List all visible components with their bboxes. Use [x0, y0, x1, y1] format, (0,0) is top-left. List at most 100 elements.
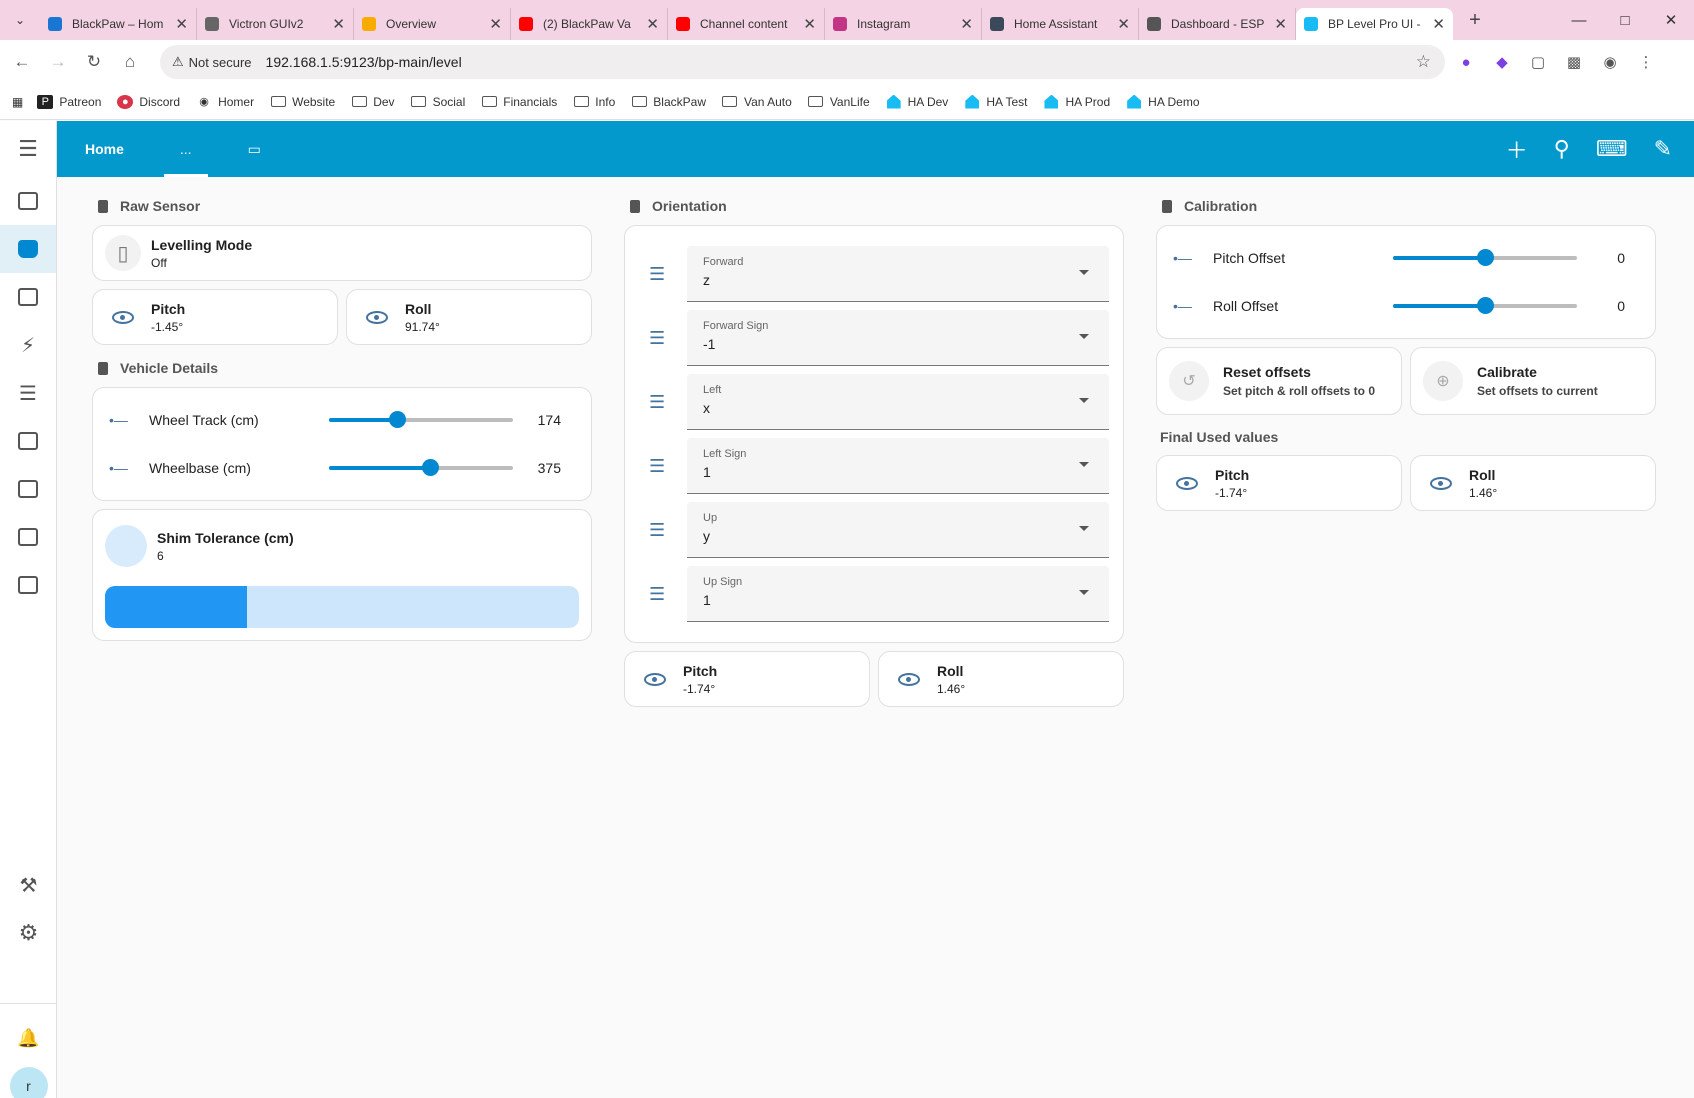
close-tab-icon[interactable]: ✕	[332, 15, 345, 33]
reset-offsets-button[interactable]: ↺ Reset offsets Set pitch & roll offsets …	[1156, 347, 1402, 415]
roll-tile[interactable]: Roll 1.46°	[1410, 455, 1656, 511]
add-icon[interactable]: ＋	[1506, 133, 1528, 165]
dropdown-arrow-icon[interactable]	[1079, 590, 1089, 595]
view-tab-ruler[interactable]: ▭	[220, 121, 289, 177]
dropdown-arrow-icon[interactable]	[1079, 462, 1089, 467]
browser-tab[interactable]: (2) BlackPaw Va ✕	[511, 8, 668, 40]
home-icon[interactable]: ⌂	[112, 52, 148, 72]
bookmark-ha-test[interactable]: HA Test	[964, 94, 1027, 109]
sidebar-item-todo[interactable]	[0, 561, 56, 609]
bookmark-ha-dev[interactable]: HA Dev	[886, 94, 948, 109]
apps-grid-icon[interactable]: ▦	[12, 95, 23, 109]
assist-icon[interactable]: ⌨	[1596, 136, 1628, 162]
bookmark-info[interactable]: Info	[573, 95, 615, 109]
roll-tile[interactable]: Roll 1.46°	[878, 651, 1124, 707]
browser-tab[interactable]: Channel content ✕	[668, 8, 825, 40]
sidebar-item-settings[interactable]: ⚙	[0, 909, 57, 957]
bookmark-dev[interactable]: Dev	[351, 95, 395, 109]
orientation-select[interactable]: Left x	[687, 374, 1109, 430]
url-text[interactable]: 192.168.1.5:9123/bp-main/level	[266, 54, 462, 70]
maximize-icon[interactable]: □	[1602, 12, 1648, 29]
calibrate-button[interactable]: ⊕ Calibrate Set offsets to current	[1410, 347, 1656, 415]
bookmark-social[interactable]: Social	[411, 95, 465, 109]
avatar[interactable]: r	[9, 1067, 48, 1098]
sidebar-item-energy[interactable]: ⚡	[0, 321, 56, 369]
slider-knob[interactable]	[1477, 249, 1494, 266]
close-tab-icon[interactable]: ✕	[489, 15, 502, 33]
bookmark-blackpaw[interactable]: BlackPaw	[631, 95, 706, 109]
close-tab-icon[interactable]: ✕	[803, 15, 816, 33]
dropdown-arrow-icon[interactable]	[1079, 398, 1089, 403]
browser-tab[interactable]: Victron GUIv2 ✕	[197, 8, 354, 40]
slider-knob[interactable]	[389, 411, 407, 428]
forward-icon[interactable]: →	[40, 52, 76, 72]
security-indicator[interactable]: ⚠ Not secure	[172, 54, 252, 70]
browser-tab[interactable]: Home Assistant ✕	[982, 8, 1139, 40]
bookmark-homer[interactable]: ◉ Homer	[196, 95, 254, 109]
close-tab-icon[interactable]: ✕	[1117, 15, 1130, 33]
reload-icon[interactable]: ↻	[76, 52, 112, 72]
bookmark-van-auto[interactable]: Van Auto	[722, 95, 792, 109]
omnibox[interactable]: ⚠ Not secure 192.168.1.5:9123/bp-main/lev…	[160, 45, 1445, 79]
dropdown-arrow-icon[interactable]	[1079, 270, 1089, 275]
orientation-select[interactable]: Left Sign 1	[687, 438, 1109, 494]
bookmark-star-icon[interactable]: ☆	[1416, 52, 1431, 72]
extensions-puzzle-icon[interactable]: ▩	[1563, 53, 1585, 71]
profile-avatar-icon[interactable]: ◉	[1599, 53, 1621, 71]
sidebar-item-developer-tools[interactable]: ⚒	[0, 861, 57, 909]
shim-tolerance-bar[interactable]	[105, 586, 579, 628]
slider-knob[interactable]	[1477, 297, 1494, 314]
tab-search-icon[interactable]: ⌄	[0, 0, 40, 40]
bookmark-patreon[interactable]: P Patreon	[37, 94, 101, 109]
dropdown-arrow-icon[interactable]	[1079, 526, 1089, 531]
roll-tile[interactable]: Roll 91.74°	[346, 289, 592, 345]
sidebar-item-people[interactable]	[0, 273, 56, 321]
sidebar-item-notifications[interactable]: 🔔	[0, 1014, 57, 1062]
screenshot-icon[interactable]: ▢	[1527, 53, 1549, 71]
orientation-select[interactable]: Up y	[687, 502, 1109, 558]
close-tab-icon[interactable]: ✕	[646, 15, 659, 33]
extension-icon[interactable]: ●	[1455, 54, 1477, 71]
sidebar-item-media[interactable]	[0, 513, 56, 561]
shim-tolerance-card[interactable]: Shim Tolerance (cm) 6	[92, 509, 592, 641]
close-tab-icon[interactable]: ✕	[1274, 15, 1287, 33]
browser-tab[interactable]: Overview ✕	[354, 8, 511, 40]
pitch-tile[interactable]: Pitch -1.45°	[92, 289, 338, 345]
pitch-offset-slider[interactable]	[1393, 249, 1577, 266]
bookmark-vanlife[interactable]: VanLife	[808, 95, 870, 109]
sidebar-item-overview[interactable]	[0, 177, 56, 225]
browser-tab[interactable]: BP Level Pro UI - ✕	[1296, 8, 1453, 40]
bookmark-ha-prod[interactable]: HA Prod	[1043, 94, 1110, 109]
bookmark-financials[interactable]: Financials	[481, 95, 557, 109]
levelling-mode-tile[interactable]: ▯ Levelling Mode Off	[92, 225, 592, 281]
search-icon[interactable]: ⚲	[1554, 136, 1570, 162]
bookmark-ha-demo[interactable]: HA Demo	[1126, 94, 1200, 109]
wheel-track-slider[interactable]	[329, 411, 513, 428]
minimize-icon[interactable]: —	[1556, 12, 1602, 29]
edit-pencil-icon[interactable]: ✎	[1654, 136, 1672, 162]
browser-tab[interactable]: Instagram ✕	[825, 8, 982, 40]
browser-menu-icon[interactable]: ⋮	[1635, 53, 1657, 71]
pitch-tile[interactable]: Pitch -1.74°	[624, 651, 870, 707]
sidebar-item-logbook[interactable]: ☰	[0, 369, 56, 417]
sidebar-item-level[interactable]	[0, 225, 56, 273]
close-tab-icon[interactable]: ✕	[960, 15, 973, 33]
close-tab-icon[interactable]: ✕	[175, 15, 188, 33]
wheelbase-slider[interactable]	[329, 459, 513, 476]
orientation-select[interactable]: Forward Sign -1	[687, 310, 1109, 366]
extension-icon[interactable]: ◆	[1491, 53, 1513, 71]
pitch-tile[interactable]: Pitch -1.74°	[1156, 455, 1402, 511]
orientation-select[interactable]: Forward z	[687, 246, 1109, 302]
browser-tab[interactable]: BlackPaw – Hom ✕	[40, 8, 197, 40]
back-icon[interactable]: ←	[4, 52, 40, 72]
roll-offset-slider[interactable]	[1393, 297, 1577, 314]
sidebar-item-hacs[interactable]	[0, 465, 56, 513]
menu-icon[interactable]: ☰	[0, 121, 56, 177]
orientation-select[interactable]: Up Sign 1	[687, 566, 1109, 622]
view-tab-level[interactable]: ...	[152, 121, 220, 177]
view-tab-home[interactable]: Home	[57, 121, 152, 177]
new-tab-button[interactable]: +	[1459, 9, 1491, 32]
bookmark-discord[interactable]: ● Discord	[117, 94, 180, 109]
slider-knob[interactable]	[422, 459, 440, 476]
close-window-icon[interactable]: ✕	[1648, 11, 1694, 29]
